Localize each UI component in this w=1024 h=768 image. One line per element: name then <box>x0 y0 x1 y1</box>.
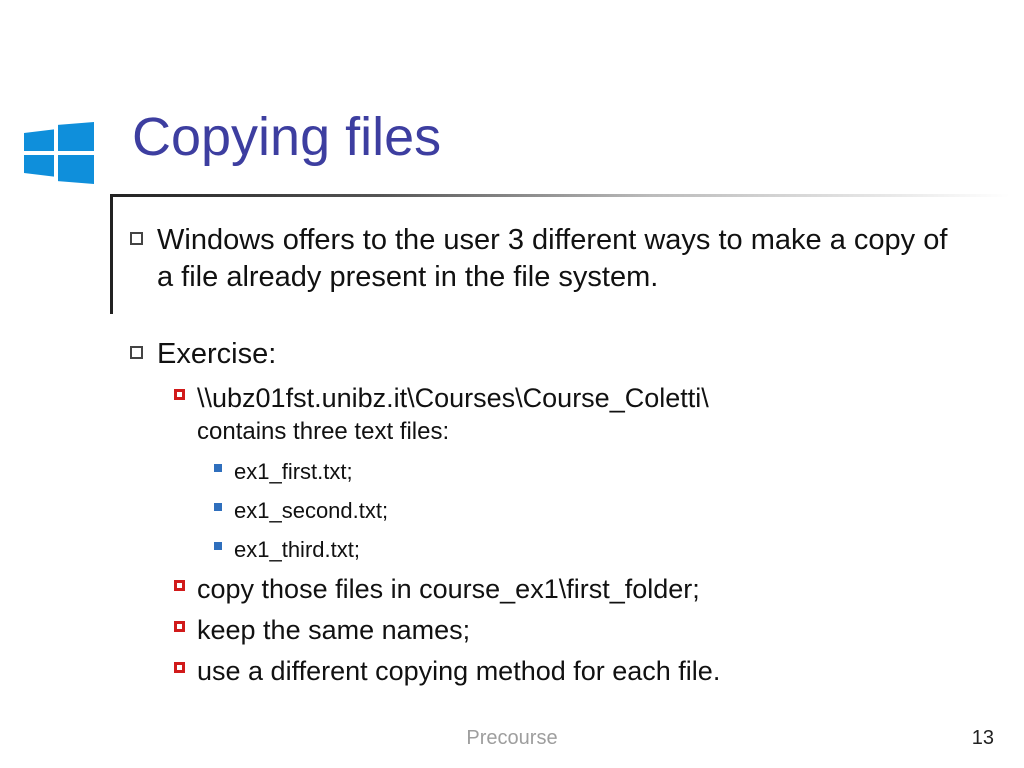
step-text: copy those files in course_ex1\first_fol… <box>197 572 700 607</box>
bullet-red-square-icon <box>174 621 185 632</box>
intro-text: Windows offers to the user 3 different w… <box>157 222 970 296</box>
title-vertical-rule <box>110 194 113 314</box>
step-text: use a different copying method for each … <box>197 654 720 689</box>
slide-title: Copying files <box>132 106 441 168</box>
footer-label: Precourse <box>0 727 1024 750</box>
bullet-square-icon <box>130 346 143 359</box>
bullet-red-square-icon <box>174 580 185 591</box>
bullet-blue-fill-icon <box>214 464 222 472</box>
exercise-label: Exercise: <box>157 336 276 373</box>
file-item: ex1_first.txt; <box>234 455 353 488</box>
page-number: 13 <box>972 727 994 750</box>
step-text: keep the same names; <box>197 613 470 648</box>
bullet-red-square-icon <box>174 389 185 400</box>
bullet-blue-fill-icon <box>214 542 222 550</box>
title-underline <box>110 194 1010 197</box>
bullet-blue-fill-icon <box>214 503 222 511</box>
windows-logo-icon <box>24 120 94 176</box>
bullet-square-icon <box>130 232 143 245</box>
file-item: ex1_third.txt; <box>234 533 360 566</box>
slide-content: Windows offers to the user 3 different w… <box>130 222 970 695</box>
path-note: contains three text files: <box>197 418 449 445</box>
file-item: ex1_second.txt; <box>234 494 388 527</box>
network-path: \\ubz01fst.unibz.it\Courses\Course_Colet… <box>197 383 709 413</box>
bullet-red-square-icon <box>174 662 185 673</box>
